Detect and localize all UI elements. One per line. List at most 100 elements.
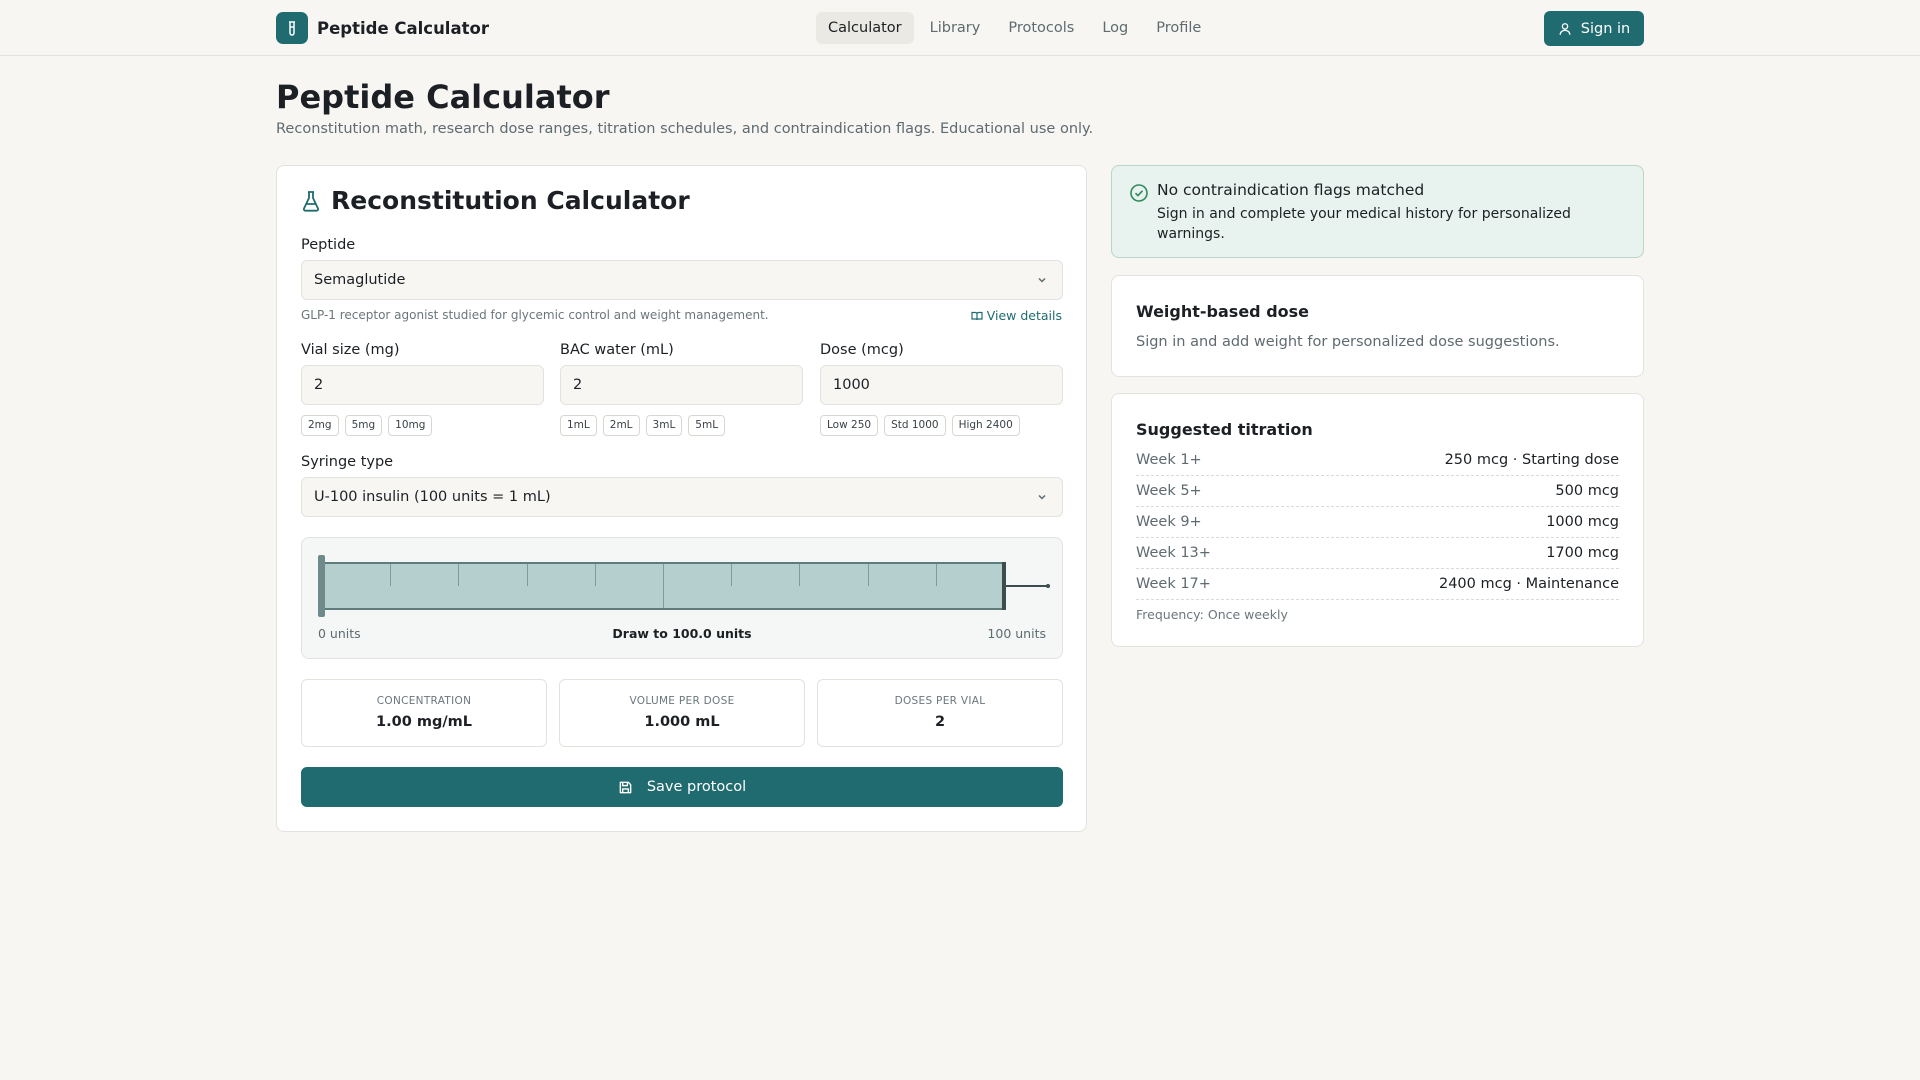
vial-preset-5mg[interactable]: 5mg <box>344 415 383 436</box>
titration-dose: 250 mcg · Starting dose <box>1444 452 1619 468</box>
dose-presets: Low 250 Std 1000 High 2400 <box>820 415 1020 436</box>
dose-preset-high[interactable]: High 2400 <box>951 415 1020 436</box>
brand-name: Peptide Calculator <box>317 18 489 38</box>
syringe-needle <box>1006 585 1048 587</box>
vial-size-input[interactable]: 2 <box>301 365 544 405</box>
weight-based-dose-title: Weight-based dose <box>1136 302 1310 321</box>
volume-per-dose-stat: VOLUME PER DOSE 1.000 mL <box>559 679 805 747</box>
page-title: Peptide Calculator <box>276 78 610 116</box>
peptide-label: Peptide <box>301 237 356 253</box>
dose-input[interactable]: 1000 <box>820 365 1063 405</box>
titration-frequency: Frequency: Once weekly <box>1136 607 1288 622</box>
dose-preset-std[interactable]: Std 1000 <box>884 415 946 436</box>
syringe-tick <box>731 564 732 586</box>
syringe-plunger[interactable] <box>318 555 325 617</box>
stat-label: CONCENTRATION <box>376 695 472 707</box>
syringe-type-label: Syringe type <box>301 454 394 470</box>
user-icon <box>1559 22 1571 35</box>
nav-protocols[interactable]: Protocols <box>996 12 1086 44</box>
stat-label: DOSES PER VIAL <box>894 695 986 707</box>
stat-value: 2 <box>934 714 946 730</box>
titration-dose: 2400 mcg · Maintenance <box>1438 576 1619 592</box>
bac-preset-3ml[interactable]: 3mL <box>645 415 683 436</box>
weight-based-dose-card: Weight-based dose Sign in and add weight… <box>1111 275 1644 377</box>
peptide-select[interactable]: Semaglutide <box>301 260 1063 300</box>
syringe-type-value: U-100 insulin (100 units = 1 mL) <box>314 489 551 505</box>
view-details-link[interactable]: View details <box>971 308 1062 323</box>
page-subtitle: Reconstitution math, research dose range… <box>276 121 1094 137</box>
calculator-title: Reconstitution Calculator <box>301 186 690 215</box>
suggested-titration-card: Suggested titration Week 1+ 250 mcg · St… <box>1111 393 1644 647</box>
syringe-tick <box>936 564 937 586</box>
stat-label: VOLUME PER DOSE <box>629 695 735 707</box>
syringe-max-label: 100 units <box>987 626 1046 641</box>
titration-week: Week 9+ <box>1136 514 1202 530</box>
dose-label: Dose (mcg) <box>820 342 904 358</box>
dose-value: 1000 <box>833 377 870 393</box>
syringe-draw-label: Draw to 100.0 units <box>612 626 752 641</box>
vial-size-value: 2 <box>314 377 324 393</box>
nav-calculator[interactable]: Calculator <box>816 12 914 44</box>
reconstitution-calculator-card: Reconstitution Calculator Peptide Semagl… <box>276 165 1087 832</box>
nav-profile[interactable]: Profile <box>1144 12 1213 44</box>
titration-row: Week 17+ 2400 mcg · Maintenance <box>1136 569 1619 600</box>
concentration-stat: CONCENTRATION 1.00 mg/mL <box>301 679 547 747</box>
save-icon <box>619 781 632 793</box>
top-navigation-bar: Peptide Calculator Calculator Library Pr… <box>0 0 1920 56</box>
syringe-tick <box>458 564 459 586</box>
alert-title: No contraindication flags matched <box>1157 181 1425 199</box>
brand[interactable]: Peptide Calculator <box>276 12 489 44</box>
save-protocol-label: Save protocol <box>646 779 747 795</box>
bac-water-presets: 1mL 2mL 3mL 5mL <box>560 415 726 436</box>
bac-preset-2ml[interactable]: 2mL <box>602 415 640 436</box>
titration-week: Week 1+ <box>1136 452 1202 468</box>
vial-logo-icon <box>276 12 308 44</box>
vial-size-presets: 2mg 5mg 10mg <box>301 415 433 436</box>
titration-dose: 1000 mcg <box>1546 514 1619 530</box>
view-details-label: View details <box>986 308 1062 323</box>
bac-water-label: BAC water (mL) <box>560 342 674 358</box>
sign-in-button[interactable]: Sign in <box>1544 11 1644 46</box>
syringe-tick <box>390 564 391 586</box>
book-icon <box>971 311 983 320</box>
nav-log[interactable]: Log <box>1090 12 1140 44</box>
syringe-needle-tip <box>1046 584 1050 588</box>
syringe-tick <box>527 564 528 586</box>
calculator-title-text: Reconstitution Calculator <box>331 186 690 215</box>
syringe-tick <box>663 564 664 608</box>
titration-row: Week 5+ 500 mcg <box>1136 476 1619 507</box>
titration-week: Week 17+ <box>1136 576 1211 592</box>
stat-value: 1.00 mg/mL <box>376 714 472 730</box>
syringe-type-select[interactable]: U-100 insulin (100 units = 1 mL) <box>301 477 1063 517</box>
main-nav: Calculator Library Protocols Log Profile <box>816 12 1217 44</box>
vial-preset-10mg[interactable]: 10mg <box>388 415 433 436</box>
bac-water-input[interactable]: 2 <box>560 365 803 405</box>
stat-value: 1.000 mL <box>644 714 720 730</box>
chevron-down-icon <box>1038 277 1046 283</box>
chevron-down-icon <box>1038 494 1046 500</box>
nav-library[interactable]: Library <box>918 12 993 44</box>
titration-row: Week 13+ 1700 mcg <box>1136 538 1619 569</box>
syringe-tick <box>595 564 596 586</box>
check-circle-icon <box>1130 184 1148 202</box>
titration-dose: 1700 mcg <box>1546 545 1619 561</box>
syringe-barrel <box>320 562 1006 610</box>
bac-preset-5ml[interactable]: 5mL <box>688 415 726 436</box>
syringe-tick <box>868 564 869 586</box>
alert-body: Sign in and complete your medical histor… <box>1157 206 1571 242</box>
weight-based-dose-text: Sign in and add weight for personalized … <box>1136 334 1560 350</box>
vial-preset-2mg[interactable]: 2mg <box>301 415 339 436</box>
dose-preset-low[interactable]: Low 250 <box>820 415 879 436</box>
bac-water-value: 2 <box>573 377 583 393</box>
vial-size-label: Vial size (mg) <box>301 342 400 358</box>
titration-row: Week 9+ 1000 mcg <box>1136 507 1619 538</box>
save-protocol-button[interactable]: Save protocol <box>301 767 1063 807</box>
peptide-description: GLP-1 receptor agonist studied for glyce… <box>301 308 769 322</box>
bac-preset-1ml[interactable]: 1mL <box>560 415 597 436</box>
contraindication-alert: No contraindication flags matched Sign i… <box>1111 165 1644 258</box>
titration-row: Week 1+ 250 mcg · Starting dose <box>1136 445 1619 476</box>
sign-in-label: Sign in <box>1580 20 1631 37</box>
flask-icon <box>302 190 320 212</box>
titration-week: Week 5+ <box>1136 483 1202 499</box>
syringe-visualization: 0 units Draw to 100.0 units 100 units <box>301 537 1063 659</box>
